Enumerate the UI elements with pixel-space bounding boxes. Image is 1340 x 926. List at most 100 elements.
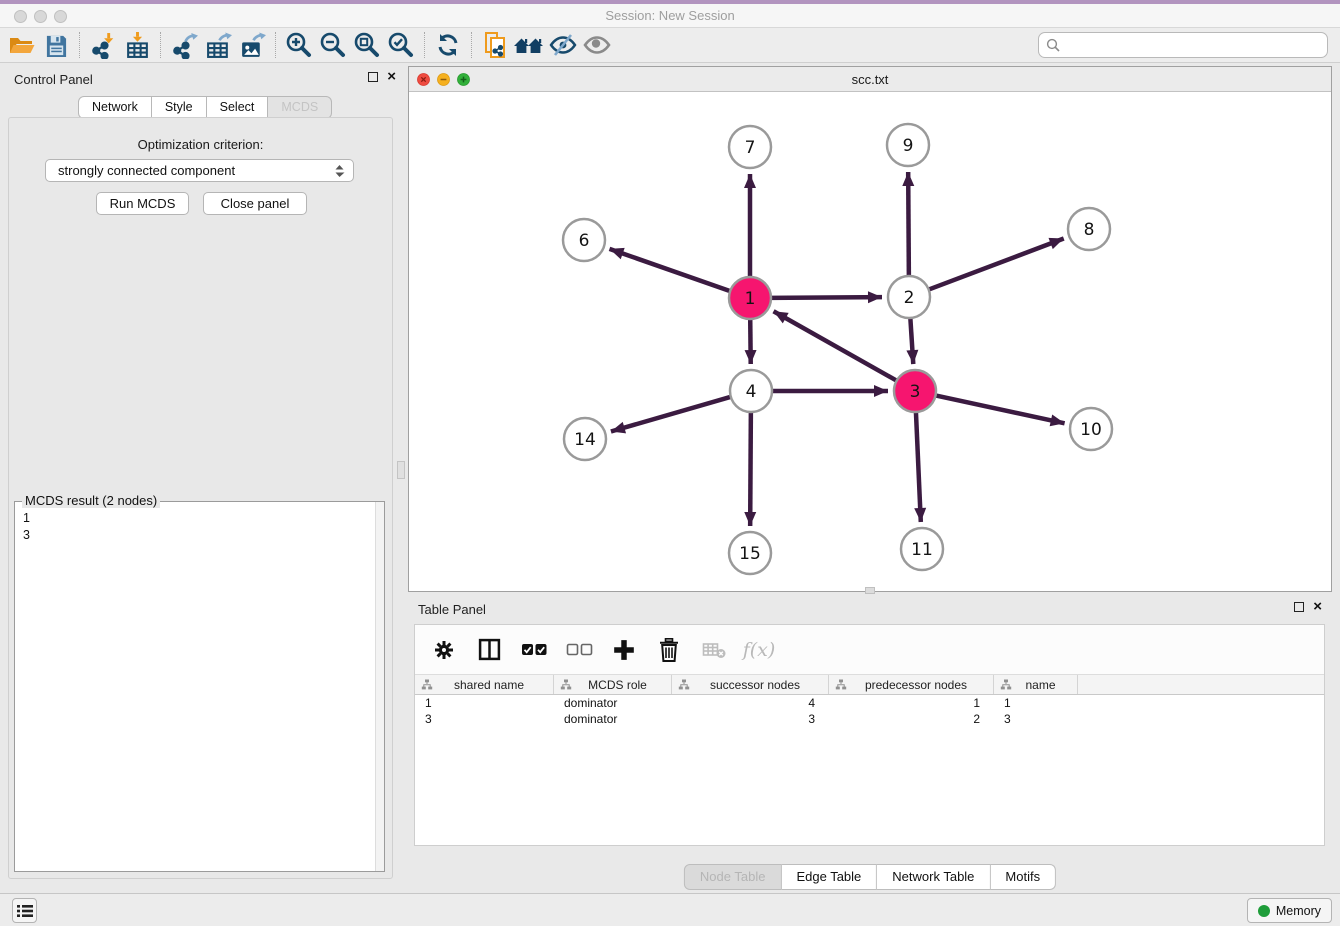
table-panel-title: Table Panel (418, 602, 486, 617)
graph-node-4[interactable]: 4 (730, 370, 772, 412)
export-network-button[interactable] (167, 28, 201, 62)
mcds-panel: Optimization criterion: strongly connect… (8, 117, 393, 879)
result-scrollbar[interactable] (375, 502, 384, 871)
control-panel-title: Control Panel (14, 72, 93, 87)
edge-1-2[interactable] (771, 297, 882, 298)
refresh-icon (434, 32, 462, 58)
network-import-icon (90, 32, 117, 59)
close-table-panel-icon[interactable]: × (1313, 602, 1322, 612)
graph-node-8[interactable]: 8 (1068, 208, 1110, 250)
show-columns-button[interactable] (474, 635, 504, 665)
horizontal-splitter-handle[interactable] (865, 587, 875, 594)
trash-icon (659, 638, 679, 662)
tab-mcds[interactable]: MCDS (268, 96, 332, 119)
column-header-MCDS-role[interactable]: MCDS role (554, 675, 672, 694)
tab-select[interactable]: Select (207, 96, 269, 119)
import-table-button[interactable] (120, 28, 154, 62)
zoom-fit-button[interactable] (350, 28, 384, 62)
task-history-button[interactable] (12, 898, 37, 923)
tab-network-table[interactable]: Network Table (877, 864, 990, 890)
table-row[interactable]: 1dominator411 (415, 695, 1324, 711)
table-cell: 3 (672, 711, 829, 727)
network-canvas[interactable]: 7 9 6 8 1 2 4 3 14 10 15 11 (409, 92, 1331, 591)
optimization-criterion-dropdown[interactable]: strongly connected component (45, 159, 354, 182)
function-builder-button[interactable]: f(x) (744, 635, 774, 665)
table-panel: Table Panel × f(x) shared nameMCDS roles… (408, 596, 1332, 890)
close-panel-icon[interactable]: × (387, 72, 396, 82)
edge-2-3[interactable] (910, 318, 913, 364)
save-session-button[interactable] (39, 28, 73, 62)
deselect-all-button[interactable] (564, 635, 594, 665)
edge-3-1[interactable] (774, 311, 897, 380)
add-column-button[interactable] (609, 635, 639, 665)
delete-table-button[interactable] (699, 635, 729, 665)
tab-style[interactable]: Style (152, 96, 207, 119)
edge-2-9[interactable] (908, 172, 909, 276)
network-export-icon (171, 32, 198, 59)
show-graphics-button[interactable] (580, 28, 614, 62)
svg-text:3: 3 (910, 382, 921, 402)
hierarchy-icon (835, 679, 847, 691)
float-table-panel-icon[interactable] (1294, 602, 1304, 612)
table-row[interactable]: 3dominator323 (415, 711, 1324, 727)
edge-4-15[interactable] (750, 412, 751, 526)
float-panel-icon[interactable] (368, 72, 378, 82)
zoom-in-button[interactable] (282, 28, 316, 62)
graph-node-10[interactable]: 10 (1070, 408, 1112, 450)
graph-node-3[interactable]: 3 (894, 370, 936, 412)
edge-1-6[interactable] (609, 249, 730, 291)
column-header-name[interactable]: name (994, 675, 1078, 694)
table-settings-button[interactable] (429, 635, 459, 665)
close-panel-button[interactable]: Close panel (203, 192, 307, 215)
split-columns-icon (478, 638, 501, 661)
edge-3-10[interactable] (936, 395, 1065, 423)
edge-4-14[interactable] (611, 397, 731, 432)
copy-network-icon (482, 31, 508, 59)
copy-network-button[interactable] (478, 28, 512, 62)
search-input[interactable] (1065, 35, 1327, 55)
memory-button[interactable]: Memory (1247, 898, 1332, 923)
tab-node-table[interactable]: Node Table (684, 864, 782, 890)
graph-node-6[interactable]: 6 (563, 219, 605, 261)
svg-text:11: 11 (911, 540, 933, 560)
houses-button[interactable] (512, 28, 546, 62)
svg-text:2: 2 (904, 288, 915, 308)
table-export-icon (205, 32, 232, 59)
select-all-button[interactable] (519, 635, 549, 665)
dropdown-stepper-icon (334, 164, 345, 178)
open-session-button[interactable] (5, 28, 39, 62)
delete-column-button[interactable] (654, 635, 684, 665)
zoom-selected-button[interactable] (384, 28, 418, 62)
plus-icon (612, 638, 636, 662)
tab-network[interactable]: Network (78, 96, 152, 119)
export-table-button[interactable] (201, 28, 235, 62)
edge-3-11[interactable] (916, 412, 921, 522)
hierarchy-icon (560, 679, 572, 691)
run-mcds-button[interactable]: Run MCDS (96, 192, 189, 215)
tab-edge-table[interactable]: Edge Table (781, 864, 877, 890)
mcds-result-box: MCDS result (2 nodes) 13 (14, 501, 385, 872)
column-header-shared-name[interactable]: shared name (415, 675, 554, 694)
hide-graphics-button[interactable] (546, 28, 580, 62)
edge-2-8[interactable] (929, 239, 1064, 290)
column-header-predecessor-nodes[interactable]: predecessor nodes (829, 675, 994, 694)
search-box[interactable] (1038, 32, 1328, 58)
graph-node-9[interactable]: 9 (887, 124, 929, 166)
export-image-button[interactable] (235, 28, 269, 62)
column-header-successor-nodes[interactable]: successor nodes (672, 675, 829, 694)
graph-node-15[interactable]: 15 (729, 532, 771, 574)
window-titlebar: Session: New Session (0, 0, 1340, 28)
refresh-button[interactable] (431, 28, 465, 62)
graph-node-2[interactable]: 2 (888, 276, 930, 318)
table-panel-content: f(x) shared nameMCDS rolesuccessor nodes… (414, 624, 1325, 846)
table-cell: 3 (415, 711, 554, 727)
tab-motifs[interactable]: Motifs (990, 864, 1056, 890)
import-network-button[interactable] (86, 28, 120, 62)
graph-node-7[interactable]: 7 (729, 126, 771, 168)
graph-node-14[interactable]: 14 (564, 418, 606, 460)
graph-node-11[interactable]: 11 (901, 528, 943, 570)
graph-node-1[interactable]: 1 (729, 277, 771, 319)
vertical-splitter-handle[interactable] (397, 461, 405, 479)
zoom-out-button[interactable] (316, 28, 350, 62)
control-panel: Control Panel × NetworkStyleSelectMCDS O… (8, 66, 400, 880)
